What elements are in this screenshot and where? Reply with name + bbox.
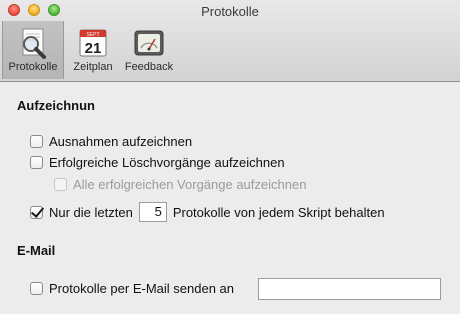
toolbar-item-protokolle-label: Protokolle <box>8 61 58 73</box>
toolbar-item-feedback[interactable]: Feedback <box>120 21 178 79</box>
toolbar-item-feedback-label: Feedback <box>124 61 174 73</box>
email-send-checkbox[interactable] <box>30 281 43 295</box>
successful-deletions-label: Erfolgreiche Löschvorgänge aufzeichnen <box>49 154 285 170</box>
exceptions-checkbox[interactable] <box>30 134 43 148</box>
email-send-label: Protokolle per E-Mail senden an <box>49 280 234 296</box>
all-successful-label: Alle erfolgreichen Vorgänge aufzeichnen <box>73 176 307 192</box>
email-address-field[interactable] <box>258 278 441 300</box>
toolbar-item-zeitplan-label: Zeitplan <box>73 61 113 73</box>
calendar-month: SEPT <box>86 32 99 38</box>
calendar-day: 21 <box>85 40 102 57</box>
exceptions-option[interactable]: Ausnahmen aufzeichnen <box>30 131 192 151</box>
email-section-heading: E-Mail <box>17 243 56 258</box>
keep-last-prefix: Nur die letzten <box>49 204 133 220</box>
all-successful-checkbox <box>54 177 67 191</box>
logging-section-heading: Aufzeichnun <box>17 98 95 113</box>
window-title: Protokolle <box>201 4 259 19</box>
magnifier-document-icon <box>22 28 46 59</box>
successful-deletions-checkbox[interactable] <box>30 155 43 169</box>
keep-last-option[interactable]: Nur die letzten 5 Protokolle von jedem S… <box>30 202 385 222</box>
calendar-icon: SEPT 21 <box>79 29 107 57</box>
preferences-window: Protokolle Protokolle SEPT 21 Zeitplan F… <box>0 0 460 314</box>
exceptions-label: Ausnahmen aufzeichnen <box>49 133 193 149</box>
preferences-content: Aufzeichnun Ausnahmen aufzeichnen Erfolg… <box>0 82 460 314</box>
keep-last-suffix: Protokolle von jedem Skript behalten <box>172 204 385 220</box>
all-successful-option: Alle erfolgreichen Vorgänge aufzeichnen <box>54 174 306 194</box>
toolbar: Protokolle Protokolle SEPT 21 Zeitplan F… <box>0 0 460 82</box>
keep-last-count-field[interactable]: 5 <box>138 202 167 222</box>
gauge-icon <box>134 30 164 56</box>
toolbar-item-protokolle[interactable]: Protokolle <box>2 21 64 79</box>
successful-deletions-option[interactable]: Erfolgreiche Löschvorgänge aufzeichnen <box>30 152 285 172</box>
toolbar-item-zeitplan[interactable]: SEPT 21 Zeitplan <box>66 21 120 79</box>
email-send-option[interactable]: Protokolle per E-Mail senden an <box>30 278 234 298</box>
keep-last-checkbox[interactable] <box>30 205 43 219</box>
